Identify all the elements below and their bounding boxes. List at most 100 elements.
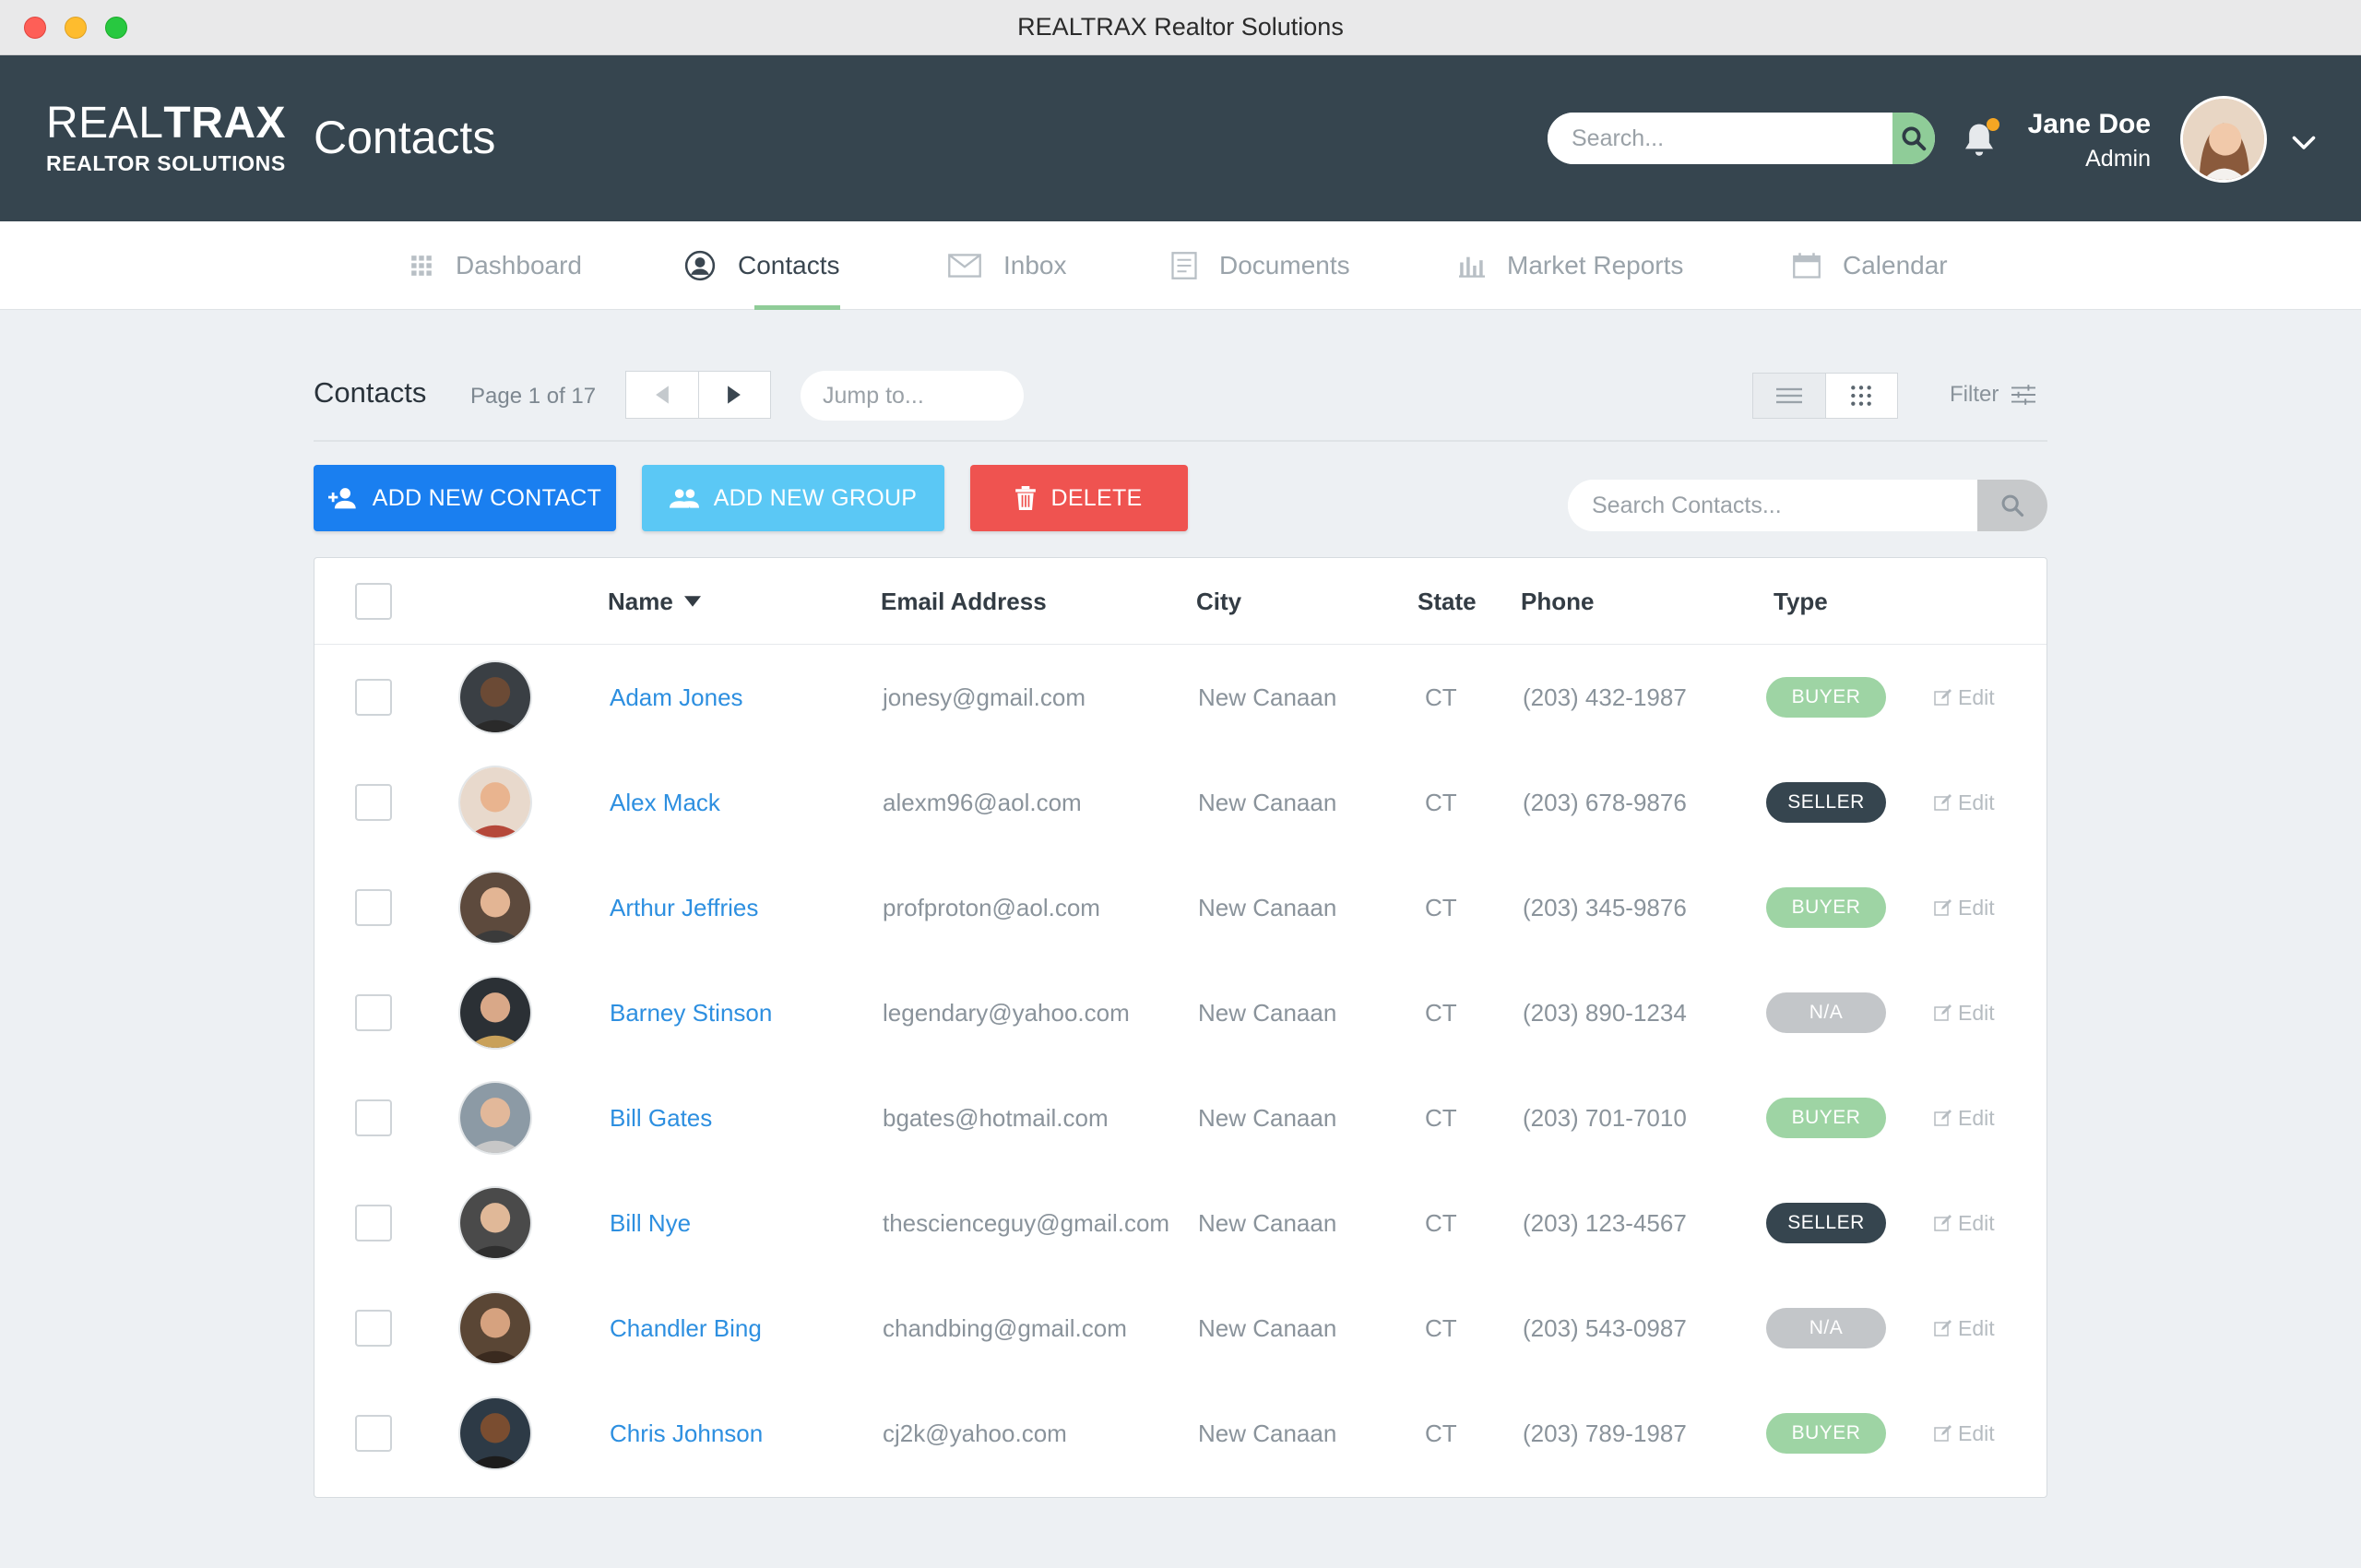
contact-avatar[interactable] <box>458 660 532 734</box>
column-header-state[interactable]: State <box>1418 558 1477 645</box>
edit-button[interactable]: Edit <box>1934 1276 1995 1381</box>
edit-button[interactable]: Edit <box>1934 750 1995 855</box>
main-nav: Dashboard Contacts Inbox Documents Marke… <box>0 221 2361 310</box>
row-checkbox[interactable] <box>355 1310 392 1347</box>
close-window-button[interactable] <box>24 17 46 39</box>
table-row[interactable]: Bill Gates bgates@hotmail.com New Canaan CT… <box>314 1065 2047 1170</box>
user-circle-icon <box>684 250 716 281</box>
column-header-phone[interactable]: Phone <box>1521 558 1594 645</box>
contact-email: profproton@aol.com <box>883 893 1100 921</box>
column-header-email[interactable]: Email Address <box>881 558 1047 645</box>
row-checkbox[interactable] <box>355 1415 392 1452</box>
table-row[interactable]: Adam Jones jonesy@gmail.com New Canaan CT (2… <box>314 645 2047 750</box>
row-checkbox[interactable] <box>355 994 392 1031</box>
select-all-checkbox[interactable] <box>355 583 392 620</box>
contact-name-link[interactable]: Barney Stinson <box>610 960 772 1065</box>
tab-contacts[interactable]: Contacts <box>684 221 840 310</box>
contact-state: CT <box>1425 683 1457 711</box>
contact-avatar[interactable] <box>458 976 532 1050</box>
table-row[interactable]: Arthur Jeffries profproton@aol.com New Can… <box>314 855 2047 960</box>
header-search-button[interactable] <box>1892 113 1935 164</box>
contact-avatar[interactable] <box>458 1081 532 1155</box>
contact-city: New Canaan <box>1198 1103 1337 1132</box>
add-new-contact-button[interactable]: ADD NEW CONTACT <box>314 465 616 531</box>
table-header: Name Email Address City State Phone Type <box>314 558 2047 645</box>
add-user-icon <box>327 488 356 509</box>
table-row[interactable]: Chandler Bing chandbing@gmail.com New Cana… <box>314 1276 2047 1381</box>
contact-state: CT <box>1425 893 1457 921</box>
contact-name-link[interactable]: Adam Jones <box>610 645 743 750</box>
contact-phone: (203) 701-7010 <box>1523 1103 1687 1132</box>
delete-button[interactable]: DELETE <box>970 465 1188 531</box>
edit-button[interactable]: Edit <box>1934 855 1995 960</box>
contacts-search-input[interactable] <box>1568 480 1977 531</box>
row-checkbox[interactable] <box>355 679 392 716</box>
column-header-type[interactable]: Type <box>1774 558 1828 645</box>
edit-button[interactable]: Edit <box>1934 1065 1995 1170</box>
contact-name-link[interactable]: Alex Mack <box>610 750 720 855</box>
contact-name-link[interactable]: Chandler Bing <box>610 1276 762 1381</box>
contact-avatar[interactable] <box>458 766 532 839</box>
triangle-left-icon <box>655 386 669 404</box>
filter-button[interactable]: Filter <box>1950 382 2036 408</box>
user-avatar[interactable] <box>2180 96 2267 183</box>
edit-button[interactable]: Edit <box>1934 1381 1995 1486</box>
column-header-name[interactable]: Name <box>608 558 701 645</box>
edit-button[interactable]: Edit <box>1934 645 1995 750</box>
edit-button[interactable]: Edit <box>1934 960 1995 1065</box>
next-page-button[interactable] <box>699 372 771 418</box>
row-checkbox[interactable] <box>355 1099 392 1136</box>
type-badge-buyer: BUYER <box>1766 1098 1886 1138</box>
section-title: Contacts <box>314 376 427 409</box>
list-icon <box>1775 387 1802 404</box>
contact-name-link[interactable]: Bill Gates <box>610 1065 712 1170</box>
calendar-icon <box>1793 253 1821 279</box>
zoom-window-button[interactable] <box>105 17 127 39</box>
table-row[interactable]: Chris Johnson cj2k@yahoo.com New Canaan CT (… <box>314 1381 2047 1486</box>
contact-name-link[interactable]: Arthur Jeffries <box>610 855 758 960</box>
row-checkbox[interactable] <box>355 784 392 821</box>
contact-avatar[interactable] <box>458 1396 532 1470</box>
list-view-button[interactable] <box>1753 374 1826 418</box>
contact-name-link[interactable]: Chris Johnson <box>610 1381 763 1486</box>
edit-label: Edit <box>1958 1420 1995 1445</box>
prev-page-button[interactable] <box>626 372 699 418</box>
tab-market-reports[interactable]: Market Reports <box>1459 221 1683 310</box>
page-indicator: Page 1 of 17 <box>470 384 597 409</box>
contact-avatar[interactable] <box>458 1291 532 1365</box>
contact-phone: (203) 789-1987 <box>1523 1419 1687 1447</box>
grid-view-button[interactable] <box>1825 374 1897 418</box>
tab-documents[interactable]: Documents <box>1171 221 1350 310</box>
notifications-button[interactable] <box>1961 116 2001 162</box>
contacts-search-button[interactable] <box>1977 480 2047 531</box>
notification-badge <box>1987 118 1999 131</box>
table-row[interactable]: Barney Stinson legendary@yahoo.com New Can… <box>314 960 2047 1065</box>
logo[interactable]: REALTRAX REALTOR SOLUTIONS <box>46 101 286 176</box>
trash-icon <box>1015 486 1037 510</box>
contact-name-link[interactable]: Bill Nye <box>610 1170 691 1276</box>
column-header-city[interactable]: City <box>1196 558 1241 645</box>
bar-chart-icon <box>1459 256 1485 278</box>
contact-avatar[interactable] <box>458 1186 532 1260</box>
table-row[interactable]: Alex Mack alexm96@aol.com New Canaan CT (203… <box>314 750 2047 855</box>
contact-avatar[interactable] <box>458 871 532 944</box>
tab-calendar[interactable]: Calendar <box>1793 221 1948 310</box>
tab-label: Dashboard <box>456 251 582 279</box>
jump-to-page: GO <box>801 371 1024 421</box>
contact-city: New Canaan <box>1198 1313 1337 1342</box>
table-row[interactable]: Bill Nye thescienceguy@gmail.com New Canaa… <box>314 1170 2047 1276</box>
edit-label: Edit <box>1958 1210 1995 1235</box>
logo-wordmark: REALTRAX <box>46 99 287 148</box>
user-menu-toggle[interactable] <box>2287 125 2320 159</box>
row-checkbox[interactable] <box>355 889 392 926</box>
contact-phone: (203) 345-9876 <box>1523 893 1687 921</box>
edit-button[interactable]: Edit <box>1934 1170 1995 1276</box>
header-search-input[interactable] <box>1548 113 1892 164</box>
tab-dashboard[interactable]: Dashboard <box>409 221 582 310</box>
add-new-group-button[interactable]: ADD NEW GROUP <box>642 465 944 531</box>
user-role: Admin <box>2085 146 2151 172</box>
minimize-window-button[interactable] <box>65 17 87 39</box>
row-checkbox[interactable] <box>355 1205 392 1241</box>
jump-to-input[interactable] <box>801 371 1024 421</box>
tab-inbox[interactable]: Inbox <box>948 221 1067 310</box>
